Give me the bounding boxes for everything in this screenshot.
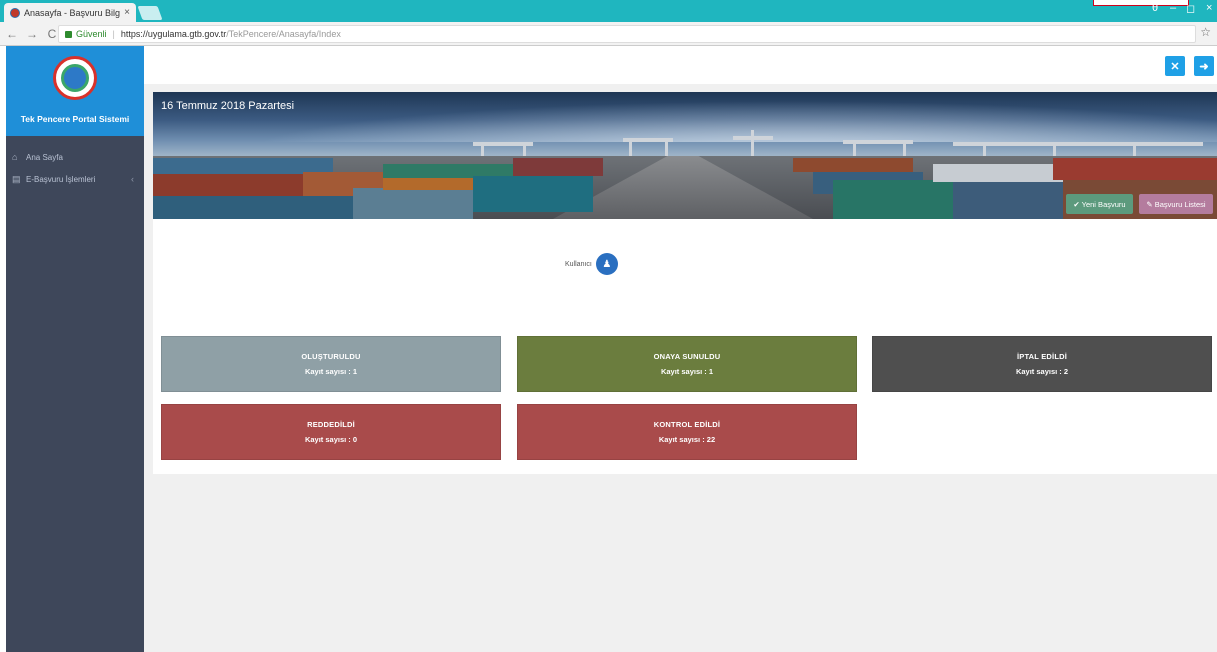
logout-button[interactable]: ➜	[1194, 56, 1214, 76]
crane-leg	[523, 142, 526, 156]
user-info: Kullanıcı ♟	[565, 253, 618, 275]
card-title: REDDEDİLDİ	[307, 420, 355, 429]
crane-leg	[481, 142, 484, 156]
site-favicon-icon	[10, 7, 20, 18]
crane-leg	[1133, 142, 1136, 156]
fullscreen-button[interactable]: ✕	[1165, 56, 1185, 76]
top-toolbar: ✕ ➜	[144, 46, 1217, 84]
crane-leg	[1053, 142, 1056, 156]
user-icon[interactable]: ♟	[595, 253, 618, 275]
status-card-submitted[interactable]: ONAYA SUNULDU Kayıt sayısı : 1	[517, 336, 857, 392]
card-count: Kayıt sayısı : 1	[304, 367, 358, 376]
minimize-icon[interactable]: –	[1170, 2, 1176, 14]
brand-title: Tek Pencere Portal Sistemi	[20, 114, 130, 124]
window-close-icon[interactable]: ×	[1206, 2, 1212, 14]
maximize-icon[interactable]: ◻	[1186, 2, 1195, 15]
banner-sky	[153, 92, 1217, 142]
card-count: Kayıt sayısı : 1	[660, 367, 714, 376]
url-input[interactable]: Güvenli | https://uygulama.gtb.gov.tr /T…	[58, 25, 1196, 43]
url-host: https://uygulama.gtb.gov.tr	[120, 29, 227, 39]
back-icon[interactable]: ←	[4, 27, 20, 41]
card-count: Kayıt sayısı : 22	[658, 435, 716, 444]
secure-label: Güvenli	[76, 29, 107, 39]
crane-leg	[751, 130, 754, 156]
container-stack	[833, 180, 953, 219]
ministry-logo[interactable]	[53, 56, 97, 100]
crane-leg	[853, 140, 856, 156]
card-count: Kayıt sayısı : 0	[304, 435, 358, 444]
application-list-button[interactable]: ✎ Başvuru Listesi	[1139, 194, 1213, 214]
profile-icon[interactable]: θ	[1152, 2, 1158, 14]
container-stack	[473, 176, 593, 212]
logo-globe-icon	[61, 64, 89, 92]
container-stack	[153, 174, 303, 196]
user-label: Kullanıcı	[565, 260, 592, 268]
chevron-left-icon: ‹	[131, 174, 134, 184]
card-count: Kayıt sayısı : 2	[1015, 367, 1069, 376]
container-stack	[793, 158, 913, 172]
card-title: OLUŞTURULDU	[301, 352, 361, 361]
sidebar-item-home[interactable]: ⌂ Ana Sayfa	[6, 146, 144, 168]
bookmark-star-icon[interactable]: ☆	[1200, 25, 1211, 39]
container-stack	[953, 182, 1063, 219]
crane	[953, 142, 1203, 146]
home-icon: ⌂	[12, 152, 18, 162]
crane-leg	[903, 140, 906, 156]
tab-close-icon[interactable]: ×	[124, 7, 130, 18]
sidebar-header: Tek Pencere Portal Sistemi	[6, 46, 144, 136]
url-path: /TekPencere/Anasayfa/Index	[226, 29, 341, 39]
browser-tab[interactable]: Anasayfa - Başvuru Bilgi ×	[4, 3, 136, 22]
crane-leg	[983, 142, 986, 156]
container-stack	[353, 188, 473, 219]
status-card-rejected[interactable]: REDDEDİLDİ Kayıt sayısı : 0	[161, 404, 501, 460]
card-title: ONAYA SUNULDU	[653, 352, 721, 361]
container-stack	[153, 196, 353, 219]
sidebar-item-e-application[interactable]: ▤ E-Başvuru İşlemleri ‹	[6, 168, 144, 190]
url-separator: |	[112, 29, 115, 39]
card-title: İPTAL EDİLDİ	[1016, 352, 1068, 361]
forward-icon[interactable]: →	[24, 27, 40, 41]
new-tab-button[interactable]	[137, 6, 163, 20]
browser-tab-title: Anasayfa - Başvuru Bilgi	[24, 7, 121, 18]
container-stack	[1053, 158, 1217, 180]
browser-tab-bar: Anasayfa - Başvuru Bilgi × θ – ◻ ×	[0, 0, 1217, 22]
status-card-created[interactable]: OLUŞTURULDU Kayıt sayısı : 1	[161, 336, 501, 392]
sidebar-item-label: Ana Sayfa	[26, 152, 63, 162]
chart-icon: ▤	[12, 173, 21, 184]
port-banner: 16 Temmuz 2018 Pazartesi ✔ Yeni Başvuru …	[153, 92, 1217, 219]
sidebar-item-label: E-Başvuru İşlemleri	[26, 174, 96, 184]
main-area: ✕ ➜ 16 Temmuz 2018 Pazartesi ✔ Yeni Başv…	[144, 46, 1217, 652]
crane-leg	[665, 138, 668, 156]
container-stack	[513, 158, 603, 176]
status-card-cancelled[interactable]: İPTAL EDİLDİ Kayıt sayısı : 2	[872, 336, 1212, 392]
lock-icon	[65, 30, 72, 38]
dashboard-panel: 16 Temmuz 2018 Pazartesi ✔ Yeni Başvuru …	[153, 92, 1217, 474]
screen: Anasayfa - Başvuru Bilgi × θ – ◻ × ← → C…	[0, 0, 1217, 652]
container-stack	[933, 164, 1073, 182]
status-card-checked[interactable]: KONTROL EDİLDİ Kayıt sayısı : 22	[517, 404, 857, 460]
new-application-button[interactable]: ✔ Yeni Başvuru	[1066, 194, 1133, 214]
current-date: 16 Temmuz 2018 Pazartesi	[161, 100, 295, 112]
card-title: KONTROL EDİLDİ	[653, 420, 721, 429]
browser-address-bar: ← → C Güvenli | https://uygulama.gtb.gov…	[0, 22, 1217, 46]
sidebar: Tek Pencere Portal Sistemi ⌂ Ana Sayfa ▤…	[6, 46, 144, 652]
crane-leg	[629, 138, 632, 156]
